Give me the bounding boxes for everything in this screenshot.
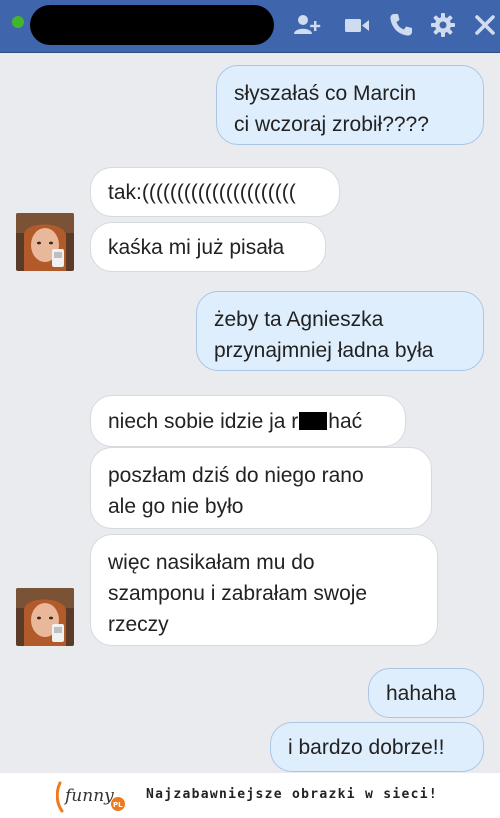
video-call-icon[interactable] [342, 10, 372, 40]
contact-avatar[interactable] [16, 213, 74, 271]
contact-avatar[interactable] [16, 588, 74, 646]
message-text-before-censor: niech sobie idzie ja r [108, 410, 299, 433]
received-message-bubble: niech sobie idzie ja r hać [90, 395, 406, 447]
redacted-contact-name[interactable] [30, 5, 274, 45]
message-line: i bardzo dobrze!! [288, 736, 445, 759]
message-line: kaśka mi już pisała [108, 236, 285, 259]
received-message-bubble: tak:(((((((((((((((((((((( [90, 167, 340, 217]
logo-suffix: PL [113, 801, 123, 809]
received-message-bubble: kaśka mi już pisała [90, 222, 326, 272]
message-line: ci wczoraj zrobił???? [234, 113, 429, 136]
message-line: słyszałaś co Marcin [234, 82, 417, 105]
message-line: niech sobie idzie ja r hać [108, 406, 388, 437]
gear-icon[interactable] [428, 10, 458, 40]
sent-message-bubble: i bardzo dobrze!! [270, 722, 484, 772]
message-text-after-censor: hać [328, 410, 363, 433]
add-friend-icon[interactable] [292, 10, 322, 40]
tagline: Najzabawniejsze obrazki w sieci! [146, 787, 439, 802]
chat-header [0, 0, 500, 53]
logo-text: funny [63, 786, 114, 806]
sent-message-bubble: hahaha [368, 668, 484, 718]
message-line: przynajmniej ładna była [214, 339, 434, 362]
online-status-dot [12, 16, 24, 28]
message-line: poszłam dziś do niego rano [108, 464, 364, 487]
phone-icon[interactable] [386, 10, 416, 40]
received-message-bubble: więc nasikałam mu do szamponu i zabrałam… [90, 534, 438, 646]
censor-bar [299, 412, 328, 430]
message-line: żeby ta Agnieszka [214, 308, 384, 331]
watermark-footer: funny PL Najzabawniejsze obrazki w sieci… [0, 773, 500, 818]
message-line: hahaha [386, 682, 457, 705]
message-line: rzeczy [108, 613, 169, 636]
sent-message-bubble: żeby ta Agnieszka przynajmniej ładna był… [196, 291, 484, 371]
message-line: tak:(((((((((((((((((((((( [108, 181, 296, 204]
chat-thread[interactable]: słyszałaś co Marcin ci wczoraj zrobił???… [0, 53, 500, 773]
funny-pl-logo: funny PL [56, 777, 128, 815]
message-line: ale go nie było [108, 495, 244, 518]
close-icon[interactable] [470, 10, 500, 40]
sent-message-bubble: słyszałaś co Marcin ci wczoraj zrobił???… [216, 65, 484, 145]
message-line: więc nasikałam mu do [108, 551, 315, 574]
received-message-bubble: poszłam dziś do niego rano ale go nie by… [90, 447, 432, 529]
message-line: szamponu i zabrałam swoje [108, 582, 368, 605]
